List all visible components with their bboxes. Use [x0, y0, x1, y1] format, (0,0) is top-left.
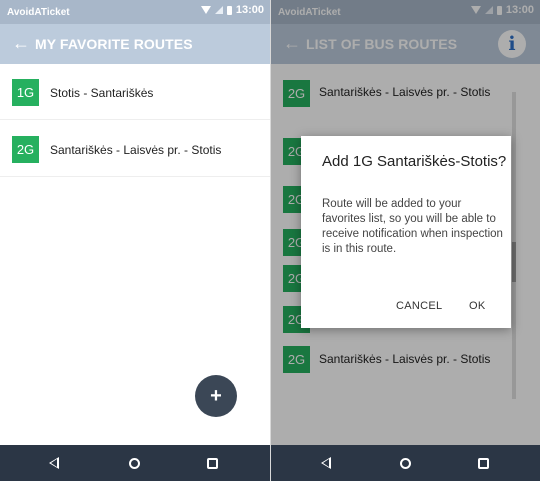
page-title: MY FAVORITE ROUTES — [35, 36, 193, 52]
status-app-name: AvoidATicket — [7, 7, 70, 18]
favorite-route-row[interactable]: 1G Stotis - Santariškės — [0, 64, 270, 120]
app-bar: ← MY FAVORITE ROUTES — [0, 24, 270, 64]
triangle-back-icon[interactable] — [321, 457, 331, 469]
wifi-icon — [200, 6, 211, 14]
cancel-button[interactable]: CANCEL — [396, 300, 442, 312]
status-time: 13:00 — [235, 4, 264, 16]
favorites-screen: AvoidATicket 13:00 ← MY FAVORITE ROUTES … — [0, 0, 270, 481]
route-badge: 1G — [12, 79, 39, 106]
route-label: Santariškės - Laisvės pr. - Stotis — [50, 143, 222, 157]
arrow-left-icon[interactable]: ← — [12, 34, 30, 52]
add-route-button[interactable]: + — [195, 375, 237, 417]
square-recent-icon[interactable] — [207, 458, 218, 469]
nav-bar — [271, 445, 540, 481]
battery-icon — [226, 5, 232, 15]
dialog-message: Route will be added to your favorites li… — [322, 198, 503, 255]
circle-home-icon[interactable] — [129, 458, 140, 469]
bus-routes-screen: AvoidATicket 13:00 ← LIST OF BUS ROUTES … — [271, 0, 540, 481]
status-bar: AvoidATicket 13:00 — [0, 0, 270, 24]
favorite-route-row[interactable]: 2G Santariškės - Laisvės pr. - Stotis — [0, 121, 270, 177]
nav-bar — [0, 445, 270, 481]
dialog-title: Add 1G Santariškės-Stotis? — [322, 153, 507, 170]
triangle-back-icon[interactable] — [49, 457, 59, 469]
ok-button[interactable]: OK — [469, 300, 486, 312]
square-recent-icon[interactable] — [478, 458, 489, 469]
circle-home-icon[interactable] — [400, 458, 411, 469]
route-label: Stotis - Santariškės — [50, 86, 154, 100]
add-route-dialog: Add 1G Santariškės-Stotis? Route will be… — [301, 136, 511, 328]
signal-icon — [214, 6, 223, 14]
route-badge: 2G — [12, 136, 39, 163]
